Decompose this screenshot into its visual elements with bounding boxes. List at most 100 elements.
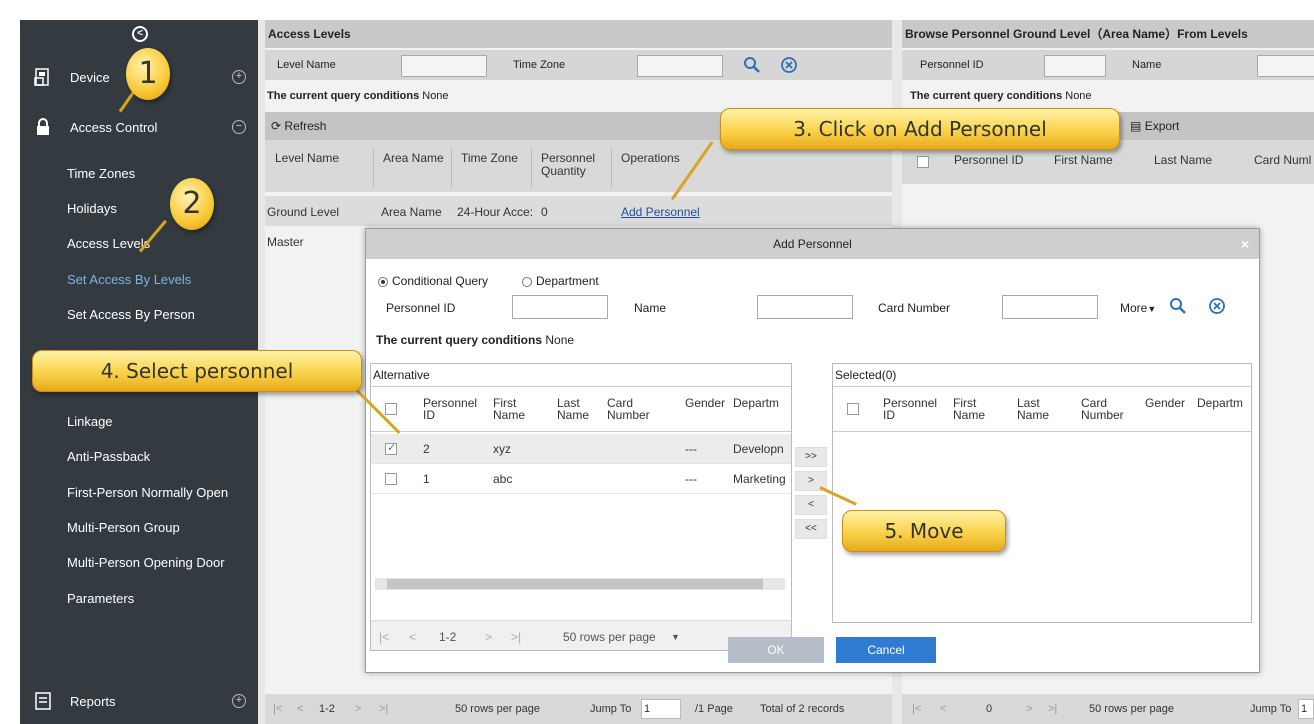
clear-icon[interactable]: [780, 56, 798, 74]
next-page-icon[interactable]: >: [355, 703, 361, 715]
last-page-icon[interactable]: >|: [1048, 703, 1057, 715]
column-header[interactable]: Gender: [1145, 397, 1185, 409]
sidebar-module-access-control[interactable]: Access Control −: [20, 110, 258, 144]
sidebar-item-set-access-by-levels[interactable]: Set Access By Levels: [67, 272, 191, 287]
sidebar-item-parameters[interactable]: Parameters: [67, 591, 134, 606]
sidebar-item-multi-person-opening-door[interactable]: Multi-Person Opening Door: [67, 555, 225, 570]
column-header[interactable]: Area Name: [383, 152, 444, 165]
column-header[interactable]: Last Name: [1154, 154, 1212, 167]
refresh-button[interactable]: ⟳ Refresh: [271, 119, 326, 133]
personnel-id-input[interactable]: [512, 295, 608, 319]
column-header[interactable]: Personnel Quantity: [541, 152, 605, 178]
row-checkbox[interactable]: ✓: [385, 442, 397, 455]
select-all-checkbox[interactable]: [917, 156, 929, 168]
collapse-section-icon[interactable]: −: [232, 120, 246, 134]
close-icon[interactable]: ×: [1241, 236, 1249, 252]
column-header[interactable]: Card Number: [1081, 397, 1131, 421]
name-label: Name: [634, 301, 667, 315]
jump-to-input[interactable]: 1: [641, 699, 681, 719]
sidebar-module-access-control-label: Access Control: [70, 119, 158, 135]
last-page-icon[interactable]: >|: [511, 630, 521, 644]
gender-cell: ---: [685, 472, 697, 486]
clear-icon[interactable]: [1208, 297, 1226, 315]
sidebar-item-first-person-normally-open[interactable]: First-Person Normally Open: [67, 485, 228, 500]
more-dropdown[interactable]: More▼: [1120, 301, 1156, 315]
radio-conditional-query[interactable]: [378, 277, 388, 287]
column-header[interactable]: Card Number: [607, 397, 657, 421]
table-row[interactable]: ✓ 2 xyz --- Developn: [371, 434, 791, 464]
card-number-input[interactable]: [1002, 295, 1098, 319]
next-page-icon[interactable]: >: [1026, 703, 1032, 715]
rows-per-page-select[interactable]: 50 rows per page: [1089, 703, 1174, 715]
column-header[interactable]: Personnel ID: [883, 397, 943, 421]
jump-to-label: Jump To: [1250, 703, 1292, 715]
export-label: Export: [1144, 119, 1180, 133]
sidebar-item-multi-person-group[interactable]: Multi-Person Group: [67, 520, 180, 535]
column-header[interactable]: Card Numl: [1254, 154, 1311, 167]
move-left-button[interactable]: <: [795, 495, 827, 515]
last-page-icon[interactable]: >|: [379, 703, 388, 715]
rows-per-page-select[interactable]: 50 rows per page: [455, 703, 540, 715]
sidebar-item-holidays[interactable]: Holidays: [67, 201, 117, 216]
column-header[interactable]: First Name: [1054, 154, 1113, 167]
sidebar-item-linkage[interactable]: Linkage: [67, 414, 113, 429]
refresh-label: Refresh: [284, 119, 327, 133]
column-header[interactable]: Personnel ID: [954, 154, 1023, 167]
page-range: 1-2: [319, 703, 335, 715]
jump-to-input[interactable]: 1: [1298, 699, 1314, 719]
search-icon[interactable]: [1169, 297, 1187, 315]
table-row[interactable]: Ground Level Area Name 24-Hour Acce: 0 A…: [265, 196, 892, 226]
search-icon[interactable]: [743, 56, 761, 74]
move-all-left-button[interactable]: <<: [795, 519, 827, 539]
first-page-icon[interactable]: |<: [379, 630, 389, 644]
first-name-cell: abc: [493, 472, 513, 486]
radio-conditional-query-label: Conditional Query: [392, 274, 489, 288]
move-all-right-button[interactable]: >>: [795, 447, 827, 467]
level-name-input[interactable]: [401, 55, 487, 77]
next-page-icon[interactable]: >: [485, 630, 492, 644]
scrollbar-thumb[interactable]: [387, 579, 763, 589]
prev-page-icon[interactable]: <: [940, 703, 946, 715]
prev-page-icon[interactable]: <: [409, 630, 416, 644]
sidebar-module-reports[interactable]: Reports +: [20, 684, 258, 718]
sidebar-item-anti-passback[interactable]: Anti-Passback: [67, 449, 150, 464]
select-all-checkbox[interactable]: [847, 403, 859, 415]
chevron-down-icon[interactable]: ▼: [671, 632, 680, 642]
column-header[interactable]: Departm: [1197, 397, 1243, 409]
export-button[interactable]: ▤ Export: [1130, 119, 1179, 133]
sidebar-item-set-access-by-person[interactable]: Set Access By Person: [67, 307, 195, 322]
prev-page-icon[interactable]: <: [297, 703, 303, 715]
column-header[interactable]: Personnel ID: [423, 397, 483, 421]
rows-per-page-select[interactable]: 50 rows per page: [563, 630, 656, 644]
column-header[interactable]: Last Name: [1017, 397, 1057, 421]
expand-icon[interactable]: +: [232, 70, 246, 84]
column-header[interactable]: Last Name: [557, 397, 597, 421]
select-all-checkbox[interactable]: [385, 403, 397, 415]
column-header[interactable]: Gender: [685, 397, 725, 409]
time-zone-input[interactable]: [637, 55, 723, 77]
page-range: 1-2: [439, 630, 457, 644]
horizontal-scrollbar[interactable]: [375, 578, 785, 590]
collapse-icon[interactable]: <: [132, 26, 148, 42]
table-row[interactable]: 1 abc --- Marketing: [371, 464, 791, 494]
personnel-id-input[interactable]: [1044, 55, 1106, 77]
expand-icon[interactable]: +: [232, 694, 246, 708]
name-input[interactable]: [757, 295, 853, 319]
column-header[interactable]: Departm: [733, 397, 779, 409]
radio-department[interactable]: [522, 277, 532, 287]
column-header[interactable]: Time Zone: [461, 152, 518, 165]
level-name-cell: Master: [267, 235, 304, 249]
ok-button[interactable]: OK: [728, 637, 824, 663]
first-page-icon[interactable]: |<: [912, 703, 921, 715]
row-checkbox[interactable]: [385, 473, 397, 485]
column-header[interactable]: First Name: [493, 397, 543, 421]
first-page-icon[interactable]: |<: [273, 703, 282, 715]
name-input[interactable]: [1257, 55, 1314, 77]
column-header[interactable]: Level Name: [275, 152, 339, 165]
sidebar-item-access-levels[interactable]: Access Levels: [67, 236, 150, 251]
add-personnel-link[interactable]: Add Personnel: [621, 205, 700, 219]
column-header[interactable]: Operations: [621, 152, 680, 165]
cancel-button[interactable]: Cancel: [836, 637, 936, 663]
column-header[interactable]: First Name: [953, 397, 993, 421]
sidebar-item-time-zones[interactable]: Time Zones: [67, 166, 135, 181]
